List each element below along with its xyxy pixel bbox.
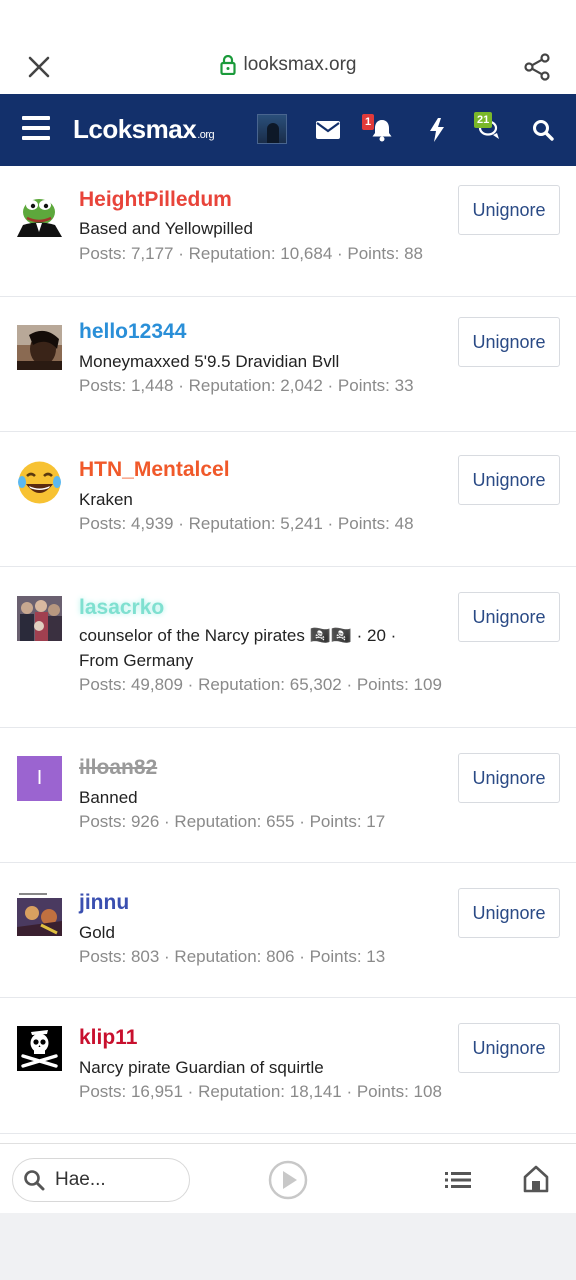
laughing-crying-emoji-avatar[interactable]	[17, 460, 62, 505]
address-bar[interactable]: looksmax.org	[0, 54, 576, 76]
lock-icon	[219, 55, 236, 75]
share-button[interactable]	[520, 50, 554, 84]
member-name[interactable]: HeightPilledum	[79, 188, 232, 212]
menu-icon-bar	[22, 136, 50, 140]
member-row: hello12344 Moneymaxxed 5'9.5 Dravidian B…	[0, 297, 576, 432]
share-icon	[524, 53, 550, 81]
unignore-button[interactable]: Unignore	[458, 317, 560, 367]
play-icon	[268, 1160, 308, 1200]
app-root: looksmax.org Lcoksmax.org 1 21 HeightPil…	[0, 0, 576, 1280]
menu-icon-bar	[22, 126, 50, 130]
account-avatar[interactable]	[257, 114, 287, 144]
member-title: Banned	[79, 788, 138, 807]
unignore-button[interactable]: Unignore	[458, 592, 560, 642]
letter-avatar[interactable]: I	[17, 756, 62, 801]
search-icon	[533, 120, 554, 141]
bottom-search-field[interactable]	[12, 1158, 190, 1202]
member-title: Based and Yellowpilled	[79, 219, 253, 238]
site-header: Lcoksmax.org 1 21	[0, 94, 576, 166]
member-title: Narcy pirate Guardian of squirtle	[79, 1058, 324, 1077]
member-title: Moneymaxxed 5'9.5 Dravidian Bvll	[79, 352, 340, 371]
ignored-members-list: HeightPilledum Based and Yellowpilled Po…	[0, 166, 576, 1134]
member-row: HeightPilledum Based and Yellowpilled Po…	[0, 166, 576, 297]
lightning-bolt-icon	[430, 118, 444, 142]
crowd-photo-avatar[interactable]	[17, 596, 62, 641]
home-button[interactable]	[522, 1164, 550, 1194]
menu-button[interactable]	[22, 116, 50, 144]
member-stats: Posts: 926 · Reputation: 655 · Points: 1…	[79, 812, 386, 831]
jolly-roger-avatar[interactable]	[17, 1026, 62, 1071]
member-name[interactable]: jinnu	[79, 891, 129, 915]
alerts-button[interactable]: 1	[362, 114, 398, 146]
member-title: counselor of the Narcy pirates 🏴‍☠️🏴‍☠️ …	[79, 626, 397, 670]
photo-avatar[interactable]	[17, 325, 62, 370]
unignore-button[interactable]: Unignore	[458, 455, 560, 505]
bottom-toolbar	[0, 1143, 576, 1213]
member-title: Gold	[79, 923, 115, 942]
member-row: I illoan82 Banned Posts: 926 · Reputatio…	[0, 728, 576, 863]
member-stats: Posts: 1,448 · Reputation: 2,042 · Point…	[79, 376, 414, 395]
alerts-badge: 1	[362, 114, 375, 130]
member-row: HTN_Mentalcel Kraken Posts: 4,939 · Repu…	[0, 432, 576, 567]
url-text: looksmax.org	[243, 54, 357, 75]
conversations-button[interactable]: 21	[474, 112, 506, 146]
menu-icon-bar	[22, 116, 50, 120]
member-stats: Posts: 7,177 · Reputation: 10,684 · Poin…	[79, 244, 423, 263]
member-name[interactable]: HTN_Mentalcel	[79, 458, 230, 482]
member-title: Kraken	[79, 490, 133, 509]
member-stats: Posts: 16,951 · Reputation: 18,141 · Poi…	[79, 1082, 442, 1101]
member-stats: Posts: 49,809 · Reputation: 65,302 · Poi…	[79, 675, 442, 694]
member-row: lasacrko counselor of the Narcy pirates …	[0, 567, 576, 728]
meme-photo-avatar[interactable]	[17, 891, 62, 936]
search-icon	[24, 1170, 45, 1191]
list-icon	[445, 1172, 471, 1188]
bottom-search-input[interactable]	[55, 1169, 165, 1191]
avatar-letter: I	[36, 767, 43, 789]
unignore-button[interactable]: Unignore	[458, 888, 560, 938]
pepe-frog-avatar[interactable]	[17, 192, 62, 237]
member-row: jinnu Gold Posts: 803 · Reputation: 806 …	[0, 863, 576, 998]
member-row: klip11 Narcy pirate Guardian of squirtle…	[0, 998, 576, 1134]
unignore-button[interactable]: Unignore	[458, 185, 560, 235]
envelope-icon	[316, 121, 340, 139]
member-stats: Posts: 803 · Reputation: 806 · Points: 1…	[79, 947, 386, 966]
list-view-button[interactable]	[444, 1166, 472, 1194]
member-name[interactable]: klip11	[79, 1026, 137, 1050]
browser-toolbar: looksmax.org	[0, 0, 576, 94]
unignore-button[interactable]: Unignore	[458, 753, 560, 803]
home-icon	[523, 1165, 549, 1193]
bell-icon	[372, 120, 392, 142]
inbox-button[interactable]	[312, 114, 344, 146]
member-stats: Posts: 4,939 · Reputation: 5,241 · Point…	[79, 514, 414, 533]
unignore-button[interactable]: Unignore	[458, 1023, 560, 1073]
system-area	[0, 1213, 576, 1280]
member-name[interactable]: illoan82	[79, 756, 157, 780]
member-name[interactable]: lasacrko	[79, 596, 164, 620]
conversations-badge: 21	[474, 112, 493, 128]
logo-suffix: .org	[197, 129, 215, 141]
logo-text: Lcoksmax	[73, 114, 197, 144]
whats-new-button[interactable]	[421, 114, 453, 146]
play-button[interactable]	[268, 1160, 308, 1200]
search-button[interactable]	[527, 114, 559, 146]
site-logo[interactable]: Lcoksmax.org	[73, 114, 215, 145]
member-name[interactable]: hello12344	[79, 320, 186, 344]
